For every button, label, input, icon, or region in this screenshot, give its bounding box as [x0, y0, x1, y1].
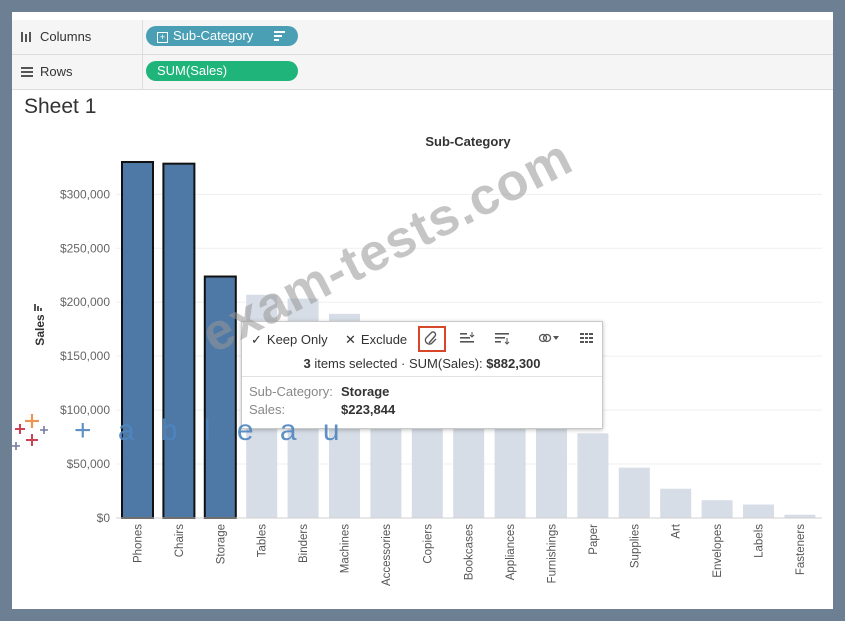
y-tick-label: $100,000 — [60, 403, 110, 417]
x-tick-label: Chairs — [174, 524, 186, 557]
bar-paper[interactable] — [577, 433, 609, 518]
selection-tooltip: ✓ Keep Only ✕ Exclude 3 items selected · S… — [241, 321, 603, 429]
x-tick-label: Bookcases — [464, 524, 476, 581]
keep-only-button[interactable]: ✓ Keep Only — [251, 331, 328, 349]
x-icon: ✕ — [345, 332, 356, 347]
chart-title: Sub-Category — [425, 134, 511, 149]
checkmark-icon: ✓ — [251, 332, 262, 347]
x-tick-label: Paper — [588, 524, 600, 555]
keep-only-label: Keep Only — [266, 332, 328, 347]
y-tick-label: $150,000 — [60, 349, 110, 363]
selection-total: $882,300 — [486, 356, 541, 371]
x-tick-label: Fasteners — [795, 524, 807, 575]
x-tick-label: Supplies — [629, 524, 641, 568]
selection-summary: 3 items selected · SUM(Sales): $882,300 — [242, 356, 602, 371]
sort-descending-icon[interactable] — [495, 331, 511, 349]
x-tick-label: Binders — [298, 524, 310, 563]
bar-supplies[interactable] — [618, 467, 650, 518]
tooltip-subcategory-value: Storage — [341, 384, 390, 399]
x-tick-label: Tables — [257, 524, 269, 557]
y-tick-label: $300,000 — [60, 187, 110, 201]
x-tick-label: Accessories — [381, 524, 393, 586]
exclude-button[interactable]: ✕ Exclude — [345, 331, 407, 349]
x-tick-label: Copiers — [422, 524, 434, 564]
tableau-window: Columns + Sub-Category Rows SUM(Sales) Sh… — [12, 12, 833, 609]
y-tick-label: $200,000 — [60, 295, 110, 309]
paperclip-icon — [424, 331, 437, 345]
tooltip-sales-key: Sales: — [249, 402, 286, 417]
y-axis-label: Sales — [33, 314, 47, 346]
axis-menu-icon — [34, 304, 36, 311]
tooltip-subcategory-key: Sub-Category: — [249, 384, 333, 399]
sort-ascending-icon[interactable] — [460, 331, 476, 349]
x-tick-label: Art — [671, 523, 683, 539]
selection-summary-text: items selected · SUM(Sales): — [314, 356, 483, 371]
bar-storage[interactable] — [203, 275, 237, 519]
x-tick-label: Storage — [215, 524, 227, 564]
selection-count: 3 — [303, 356, 311, 371]
tooltip-divider — [242, 376, 602, 377]
axis-menu-icon — [40, 308, 42, 311]
axis-menu-icon — [37, 306, 39, 311]
bar-furnishings[interactable] — [536, 419, 567, 518]
x-tick-label: Furnishings — [547, 524, 559, 584]
y-tick-label: $0 — [97, 511, 111, 525]
x-tick-label: Labels — [754, 524, 766, 558]
tableau-logo-icon — [12, 414, 48, 450]
view-data-icon[interactable] — [580, 331, 594, 349]
link-chain-icon[interactable] — [537, 331, 561, 349]
bar-envelopes[interactable] — [701, 500, 733, 518]
x-tick-label: Phones — [133, 524, 145, 563]
x-tick-label: Envelopes — [712, 524, 724, 578]
group-members-button[interactable] — [418, 326, 446, 352]
y-tick-label: $250,000 — [60, 241, 110, 255]
bar-chart: Sub-Category $0 $50,000 $100,000 $150,000 $20… — [33, 134, 822, 586]
bar-phones[interactable] — [121, 160, 154, 519]
exclude-label: Exclude — [360, 332, 408, 347]
tooltip-sales-value: $223,844 — [341, 402, 396, 417]
bar-art[interactable] — [660, 488, 692, 518]
x-tick-label: Machines — [340, 524, 352, 573]
bar-labels[interactable] — [743, 504, 774, 518]
y-tick-label: $50,000 — [67, 457, 111, 471]
bar-chairs[interactable] — [162, 162, 196, 520]
x-tick-label: Appliances — [505, 524, 517, 581]
